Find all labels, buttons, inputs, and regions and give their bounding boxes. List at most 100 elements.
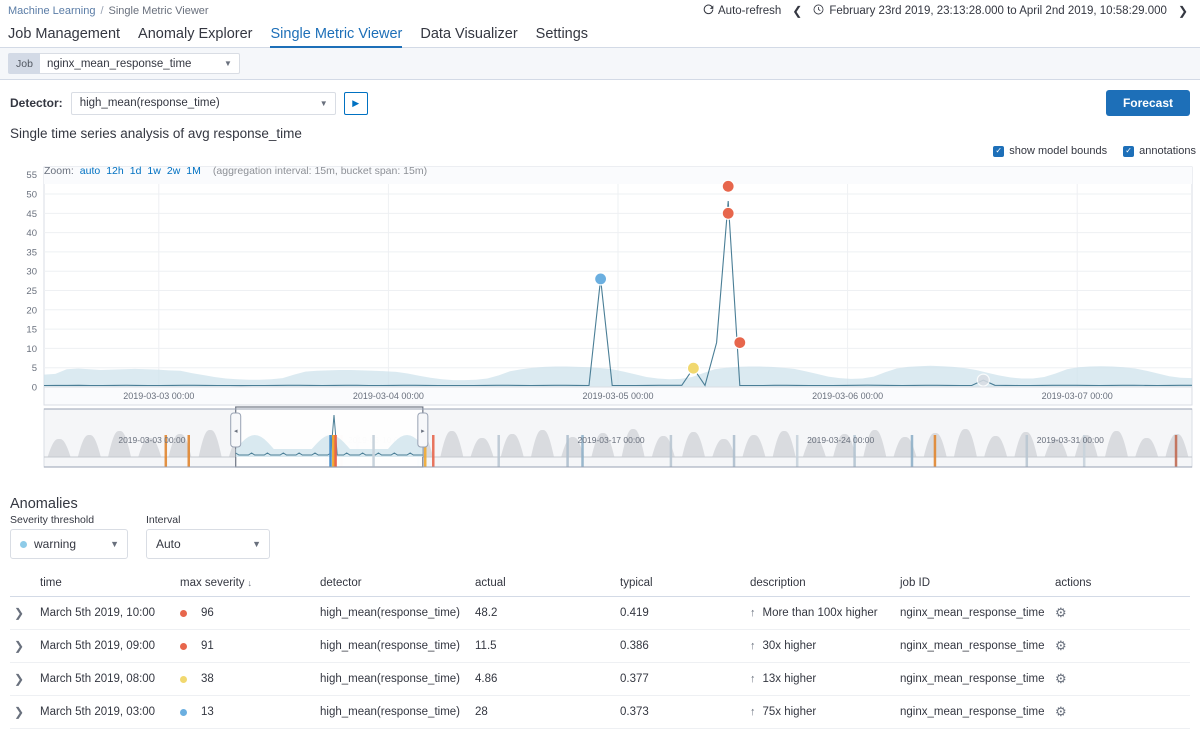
detector-label: Detector:: [10, 96, 63, 110]
chart-title: Single time series analysis of avg respo…: [10, 126, 302, 141]
table-row[interactable]: ❯ March 5th 2019, 10:00 96 high_mean(respon…: [10, 596, 1190, 630]
tab-single-metric-viewer[interactable]: Single Metric Viewer: [270, 26, 402, 48]
severity-threshold-label: Severity threshold: [10, 514, 95, 526]
cell-actions[interactable]: ⚙: [1051, 695, 1190, 729]
job-badge-label: Job: [8, 53, 40, 74]
cell-actions[interactable]: ⚙: [1051, 662, 1190, 696]
cell-job-id: nginx_mean_response_time: [896, 695, 1051, 729]
chevron-right-icon[interactable]: ❯: [14, 705, 24, 719]
detector-group: Detector: high_mean(response_time) ▼ ▶: [10, 91, 368, 115]
detector-row: Detector: high_mean(response_time) ▼ ▶ F…: [0, 80, 1200, 116]
svg-text:0: 0: [32, 383, 37, 394]
gear-icon[interactable]: ⚙: [1055, 638, 1067, 653]
gear-icon[interactable]: ⚙: [1055, 605, 1067, 620]
svg-text:◂: ◂: [234, 428, 238, 435]
chevron-right-icon[interactable]: ❯: [14, 672, 24, 686]
svg-text:20: 20: [26, 305, 37, 316]
interval-control: Interval Auto ▼: [146, 514, 270, 559]
breadcrumb-machine-learning[interactable]: Machine Learning: [8, 5, 95, 17]
table-row[interactable]: ❯ March 5th 2019, 09:00 91 high_mean(respon…: [10, 629, 1190, 663]
zoom-option-1w[interactable]: 1w: [147, 165, 160, 177]
severity-value: 96: [201, 607, 214, 619]
job-select-input[interactable]: nginx_mean_response_time ▼: [39, 53, 240, 74]
auto-refresh-button[interactable]: Auto-refresh: [703, 4, 781, 19]
expand-cell[interactable]: ❯: [10, 629, 36, 663]
annotations-checkbox[interactable]: ✓ annotations: [1123, 145, 1196, 157]
time-series-chart[interactable]: Zoom: auto 12h 1d 1w 2w 1M (aggregation …: [6, 159, 1194, 486]
svg-text:2019-03-17 00:00: 2019-03-17 00:00: [578, 435, 645, 445]
interval-label: Interval: [146, 514, 181, 526]
severity-value: 91: [201, 640, 214, 652]
anomalies-table: time max severity ↓ detector actual typic…: [10, 573, 1190, 730]
table-row[interactable]: ❯ March 5th 2019, 03:00 13 high_mean(respon…: [10, 695, 1190, 729]
tab-anomaly-explorer[interactable]: Anomaly Explorer: [138, 26, 252, 47]
chevron-left-icon[interactable]: ❮: [790, 4, 804, 18]
tab-job-management[interactable]: Job Management: [8, 26, 120, 47]
header-actions: actions: [1051, 573, 1190, 597]
svg-text:2019-03-04 00:00: 2019-03-04 00:00: [353, 391, 424, 401]
header-job-id[interactable]: job ID: [896, 573, 1051, 597]
zoom-option-1M[interactable]: 1M: [186, 165, 201, 177]
show-model-bounds-checkbox[interactable]: ✓ show model bounds: [993, 145, 1107, 157]
tab-settings[interactable]: Settings: [536, 26, 588, 47]
severity-threshold-select[interactable]: warning ▼: [10, 529, 128, 559]
chevron-right-icon[interactable]: ❯: [1176, 4, 1190, 18]
cell-actions[interactable]: ⚙: [1051, 629, 1190, 663]
anomalies-controls: Severity threshold warning ▼ Interval Au…: [0, 514, 1200, 559]
severity-dot: [180, 708, 187, 716]
cell-max-severity: 91: [176, 629, 316, 663]
severity-value: 13: [201, 706, 214, 718]
severity-dot: [180, 675, 187, 683]
cell-typical: 0.373: [616, 695, 746, 729]
chevron-right-icon[interactable]: ❯: [14, 606, 24, 620]
description-text: More than 100x higher: [762, 607, 878, 619]
zoom-option-auto[interactable]: auto: [80, 165, 100, 177]
arrow-up-icon: ↑: [750, 640, 756, 652]
date-range-text: February 23rd 2019, 23:13:28.000 to Apri…: [829, 5, 1167, 17]
breadcrumb: Machine Learning / Single Metric Viewer: [8, 5, 209, 17]
severity-dot: [180, 642, 187, 650]
table-row[interactable]: ❯ March 5th 2019, 08:00 38 high_mean(respon…: [10, 662, 1190, 696]
expand-cell[interactable]: ❯: [10, 695, 36, 729]
header-time[interactable]: time: [36, 573, 176, 597]
cell-description: ↑ 13x higher: [746, 662, 896, 696]
header-detector[interactable]: detector: [316, 573, 471, 597]
gear-icon[interactable]: ⚙: [1055, 671, 1067, 686]
chevron-right-icon[interactable]: ❯: [14, 639, 24, 653]
chart-canvas[interactable]: 0 5 10 15 20 25 30 35 40 45 50 55 2019-03-03 00:00 20…: [6, 159, 1194, 481]
svg-text:5: 5: [32, 363, 37, 374]
chevron-down-icon: ▼: [110, 539, 119, 549]
tab-data-visualizer[interactable]: Data Visualizer: [420, 26, 517, 47]
interval-select[interactable]: Auto ▼: [146, 529, 270, 559]
date-range-button[interactable]: February 23rd 2019, 23:13:28.000 to Apri…: [813, 4, 1167, 19]
cell-detector: high_mean(response_time): [316, 662, 471, 696]
cell-time: March 5th 2019, 03:00: [36, 695, 176, 729]
expand-cell[interactable]: ❯: [10, 596, 36, 630]
header-max-severity[interactable]: max severity ↓: [176, 573, 316, 597]
forecast-button[interactable]: Forecast: [1105, 90, 1190, 116]
main-tabs: Job Management Anomaly Explorer Single M…: [0, 22, 1200, 48]
zoom-label: Zoom:: [44, 164, 74, 177]
gear-icon[interactable]: ⚙: [1055, 704, 1067, 719]
detector-value: high_mean(response_time): [79, 97, 220, 109]
zoom-option-1d[interactable]: 1d: [130, 165, 142, 177]
caret-down-icon: ▼: [319, 98, 328, 108]
detector-select[interactable]: high_mean(response_time) ▼: [70, 91, 336, 115]
breadcrumb-current[interactable]: Single Metric Viewer: [109, 5, 209, 17]
expand-cell[interactable]: ❯: [10, 662, 36, 696]
cell-actions[interactable]: ⚙: [1051, 596, 1190, 630]
severity-dot: [180, 609, 187, 617]
header-actual[interactable]: actual: [471, 573, 616, 597]
header-typical[interactable]: typical: [616, 573, 746, 597]
zoom-option-12h[interactable]: 12h: [106, 165, 124, 177]
header-description[interactable]: description: [746, 573, 896, 597]
play-button[interactable]: ▶: [343, 91, 368, 115]
cell-actual: 11.5: [471, 629, 616, 663]
job-selector[interactable]: Job nginx_mean_response_time ▼: [8, 53, 240, 74]
cell-time: March 5th 2019, 08:00: [36, 662, 176, 696]
arrow-up-icon: ↑: [750, 607, 756, 619]
play-icon: ▶: [352, 97, 360, 108]
table-header-row: time max severity ↓ detector actual typic…: [10, 573, 1190, 597]
zoom-option-2w[interactable]: 2w: [167, 165, 180, 177]
cell-job-id: nginx_mean_response_time: [896, 662, 1051, 696]
